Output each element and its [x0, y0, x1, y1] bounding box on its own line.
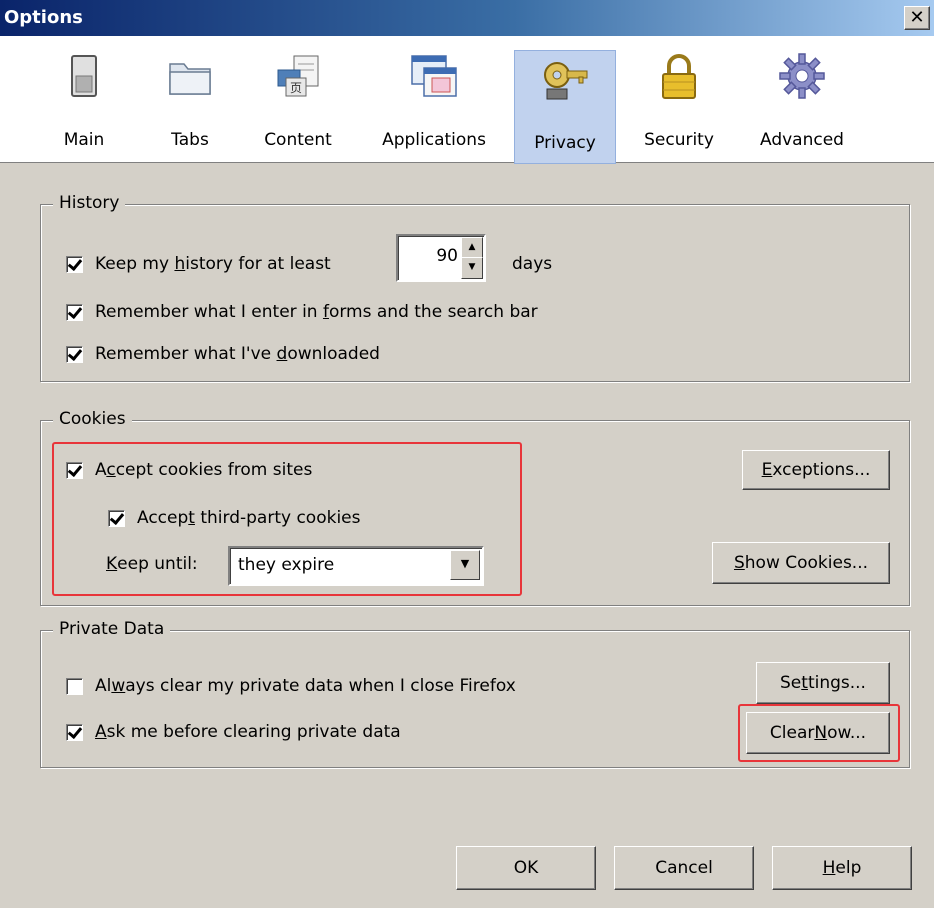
remember-forms-row[interactable]: Remember what I enter in forms and the s… — [66, 302, 538, 322]
tab-main-label: Main — [63, 130, 105, 150]
window-title: Options — [4, 7, 83, 28]
settings-button[interactable]: Se t tings... — [756, 662, 890, 704]
title-bar[interactable]: Options ✕ — [0, 0, 934, 36]
cookies-group-label: Cookies — [53, 409, 132, 429]
clear-now-highlight-box — [738, 704, 900, 762]
help-button[interactable]: Help — [772, 846, 912, 890]
tab-tabs[interactable]: Tabs — [154, 48, 226, 158]
close-button[interactable]: ✕ — [904, 6, 930, 30]
history-days-value: 90 — [436, 246, 458, 266]
security-lock-icon — [662, 54, 696, 99]
content-page-icon: 页 — [277, 55, 319, 97]
tab-security-label: Security — [644, 130, 714, 150]
pane-toolbar: Main Tabs 页 Content Applications Privacy… — [0, 36, 934, 164]
ask-before-label: Ask me before clearing private data — [95, 722, 401, 742]
tab-advanced[interactable]: Advanced — [752, 48, 852, 158]
tab-content-label: Content — [264, 130, 332, 150]
applications-window-icon — [411, 55, 457, 97]
spin-down-button[interactable]: ▼ — [461, 257, 483, 279]
keep-history-label: Keep my history for at least — [95, 254, 331, 274]
private-data-group-label: Private Data — [53, 619, 171, 639]
keep-history-checkbox[interactable] — [66, 255, 83, 273]
tab-content[interactable]: 页 Content — [252, 48, 344, 158]
days-label: days — [512, 254, 553, 274]
history-days-spinner[interactable]: 90 ▲ ▼ — [396, 234, 486, 282]
privacy-key-icon — [544, 62, 588, 100]
options-dialog: Options ✕ Main Tabs 页 Content Applicatio… — [0, 0, 934, 908]
tab-security[interactable]: Security — [634, 48, 724, 158]
tab-main[interactable]: Main — [52, 48, 116, 158]
ask-before-checkbox[interactable] — [66, 723, 83, 741]
always-clear-checkbox[interactable] — [66, 677, 83, 695]
cancel-button[interactable]: Cancel — [614, 846, 754, 890]
tab-applications[interactable]: Applications — [372, 48, 496, 158]
remember-downloads-checkbox[interactable] — [66, 345, 83, 363]
always-clear-row[interactable]: Always clear my private data when I clos… — [66, 676, 516, 696]
always-clear-label: Always clear my private data when I clos… — [95, 676, 516, 696]
tabs-folder-icon — [169, 63, 211, 95]
remember-forms-label: Remember what I enter in forms and the s… — [95, 302, 538, 322]
advanced-gear-icon — [779, 53, 825, 99]
cookies-highlight-box — [52, 442, 522, 596]
main-switch-icon — [71, 55, 97, 97]
tab-privacy[interactable]: Privacy — [514, 50, 616, 164]
show-cookies-button[interactable]: Show Cookies... — [712, 542, 890, 584]
svg-text:页: 页 — [290, 81, 302, 95]
tab-privacy-label: Privacy — [534, 133, 596, 153]
remember-forms-checkbox[interactable] — [66, 303, 83, 321]
exceptions-button[interactable]: Exceptions... — [742, 450, 890, 490]
tab-applications-label: Applications — [382, 130, 486, 150]
keep-history-row[interactable]: Keep my history for at least — [66, 254, 331, 274]
remember-downloads-row[interactable]: Remember what I've downloaded — [66, 344, 380, 364]
tab-advanced-label: Advanced — [760, 130, 844, 150]
ok-button[interactable]: OK — [456, 846, 596, 890]
ask-before-row[interactable]: Ask me before clearing private data — [66, 722, 401, 742]
history-group-label: History — [53, 193, 126, 213]
spin-up-button[interactable]: ▲ — [461, 237, 483, 259]
remember-downloads-label: Remember what I've downloaded — [95, 344, 380, 364]
tab-tabs-label: Tabs — [171, 130, 209, 150]
